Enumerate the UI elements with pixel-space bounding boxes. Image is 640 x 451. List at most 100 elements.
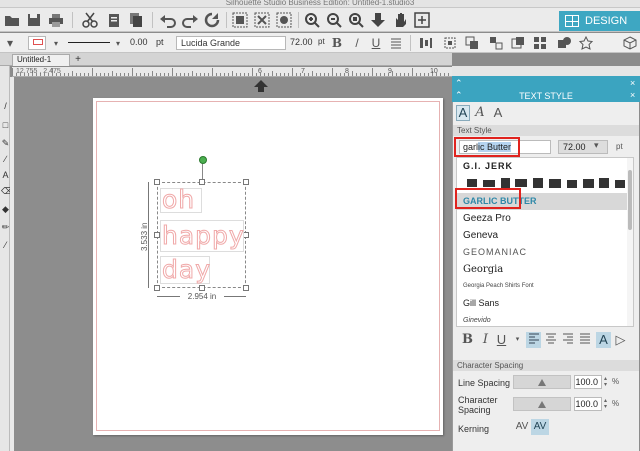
underline-dropdown-icon[interactable]: ▾ [510,332,525,348]
line-style-dropdown-icon[interactable]: ▾ [110,35,126,51]
font-size-dropdown-icon[interactable]: ▾ [594,140,599,151]
font-item[interactable]: Georgia [457,261,627,278]
scrollbar-thumb[interactable] [628,170,632,230]
page-up-arrow-icon[interactable] [254,80,268,92]
italic-button[interactable]: / [349,35,365,51]
text-orientation-button[interactable]: A [596,332,611,348]
resize-handle[interactable] [154,285,160,291]
select-icon[interactable] [274,10,294,30]
line-spacing-value[interactable]: 100.0 [574,375,602,389]
font-size-value[interactable]: 72.00 [290,37,313,47]
slider-knob[interactable] [538,379,546,386]
rotate-icon[interactable] [202,10,222,30]
font-item[interactable]: Geeza Pro [457,210,627,227]
align-right-icon[interactable] [560,332,575,348]
pan-icon[interactable] [390,10,410,30]
duplicate-icon[interactable] [464,35,480,51]
slider-knob[interactable] [538,401,546,408]
kerning-on-button[interactable]: AV [531,419,549,435]
font-list-scrollbar[interactable] [627,158,633,326]
ruler-tick [320,73,321,76]
line-width-value[interactable]: 0.00 [130,37,148,47]
add-tab-button[interactable]: + [72,54,84,66]
3d-box-icon[interactable] [622,35,638,51]
bold-button[interactable]: B [329,35,345,51]
font-list[interactable]: G.I. JERK GARLIC BUTTER Geeza Pro Geneva… [456,157,634,327]
line-color-dropdown-icon[interactable]: ▾ [48,35,64,51]
copy-icon[interactable] [126,10,146,30]
align-center-icon[interactable] [543,332,558,348]
font-item[interactable]: GEOMANIAC [457,244,627,261]
group-icon[interactable] [230,10,250,30]
character-spacing-stepper-icon[interactable]: ▴ ▾ [604,398,610,410]
redo-icon[interactable] [180,10,200,30]
resize-handle[interactable] [199,285,205,291]
line-color-swatch[interactable] [28,36,46,50]
move-down-icon[interactable] [368,10,388,30]
fill-menu-icon[interactable]: ▾ [2,35,18,51]
underline-button[interactable]: U [368,35,384,51]
zoom-fit-icon[interactable] [346,10,366,30]
panel-underline-button[interactable]: U [494,332,509,348]
add-page-icon[interactable] [412,10,432,30]
text-path-tab-icon[interactable]: A [490,105,506,121]
eyedropper-tool-icon[interactable]: ⁄ [1,239,10,251]
paste-icon[interactable] [104,10,124,30]
undo-icon[interactable] [158,10,178,30]
font-item[interactable]: Gill Sans [457,295,627,312]
zoom-in-icon[interactable] [302,10,322,30]
line-style-preview[interactable] [68,42,110,43]
character-spacing-slider[interactable] [513,397,571,411]
text-direction-icon[interactable]: ▷ [613,332,628,348]
align-left-icon[interactable] [526,332,541,348]
character-spacing-label: Character Spacing [458,395,498,415]
resize-handle[interactable] [199,179,205,185]
resize-handle[interactable] [243,179,249,185]
folder-icon[interactable] [2,10,22,30]
font-select[interactable]: Lucida Grande [176,36,286,50]
resize-handle[interactable] [154,179,160,185]
draw-tool-icon[interactable]: ✎ [1,137,10,149]
font-item[interactable]: Geneva [457,227,627,244]
rotate-handle[interactable] [199,156,207,164]
save-icon[interactable] [24,10,44,30]
align-icon[interactable] [388,35,404,51]
character-spacing-value[interactable]: 100.0 [574,397,602,411]
design-button[interactable]: DESIGN [559,11,640,31]
font-item[interactable]: Georgia Peach Shirts Font [457,278,627,295]
offset-icon[interactable] [510,35,526,51]
rectangle-tool-icon[interactable]: □ [1,119,10,131]
kerning-off-button[interactable]: AV [514,419,530,435]
resize-handle[interactable] [243,285,249,291]
group-align-icon[interactable] [488,35,504,51]
font-item[interactable]: G.I. JERK [457,158,627,175]
ungroup-icon[interactable] [252,10,272,30]
zoom-out-icon[interactable] [324,10,344,30]
panel-font-size-field[interactable]: 72.00 [558,140,608,154]
line-spacing-stepper-icon[interactable]: ▴ ▾ [604,376,610,388]
collapse-icon[interactable]: ⌃ [455,78,463,89]
replicate-icon[interactable] [532,35,548,51]
tab-untitled-1[interactable]: Untitled-1 [12,54,70,66]
scissors-icon[interactable] [80,10,100,30]
distribute-icon[interactable] [418,35,434,51]
eraser-tool-icon[interactable]: ⌫ [1,185,14,197]
font-item[interactable]: Ginevido [457,312,627,326]
center-icon[interactable] [442,35,458,51]
print-icon[interactable] [46,10,66,30]
knife-tool-icon[interactable]: ◆ [1,203,10,215]
align-justify-icon[interactable] [577,332,592,348]
blank-icon[interactable] [600,35,616,51]
panel-bold-button[interactable]: B [460,332,475,348]
close-panel-icon[interactable]: × [630,78,635,88]
line-spacing-slider[interactable] [513,375,571,389]
text-flow-tab-icon[interactable]: A [472,105,488,121]
star-icon[interactable] [578,35,594,51]
pen-tool-icon[interactable]: ∕ [1,153,10,165]
shape-icon[interactable] [556,35,572,51]
panel-italic-button[interactable]: I [478,332,493,348]
line-tool-icon[interactable]: / [1,100,10,112]
text-style-tab-icon[interactable]: A [456,105,470,121]
text-tool-icon[interactable]: A [1,169,10,181]
pencil-tool-icon[interactable]: ✏ [1,221,10,233]
